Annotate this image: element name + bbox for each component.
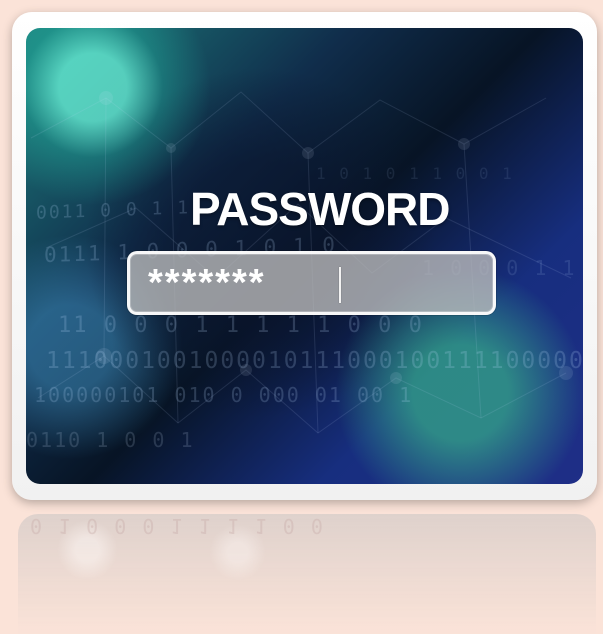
binary-code-row: 100000101 010 0 000 01 00 1 [34, 383, 414, 407]
reflection-binary-text: 0 1 0 0 0 1 1 1 1 0 0 [30, 514, 325, 538]
binary-code-row: 1110001001000010111000100111100000 [46, 348, 583, 374]
binary-code-row: 11 0 0 0 1 1 1 1 1 0 0 0 [58, 313, 424, 338]
binary-code-row: 0110 1 0 0 1 [26, 428, 195, 452]
binary-code-row: 1 0 1 0 1 1 0 0 1 [316, 164, 514, 183]
password-input[interactable] [127, 251, 496, 315]
text-cursor [339, 267, 341, 303]
password-title: PASSWORD [190, 183, 451, 235]
screen-reflection: 0 1 0 0 0 1 1 1 1 0 0 [18, 514, 596, 634]
password-screen: 0011 0 0 1 1 0111 1 0 0 0 1 0 1 0 11 0 0… [26, 28, 583, 484]
